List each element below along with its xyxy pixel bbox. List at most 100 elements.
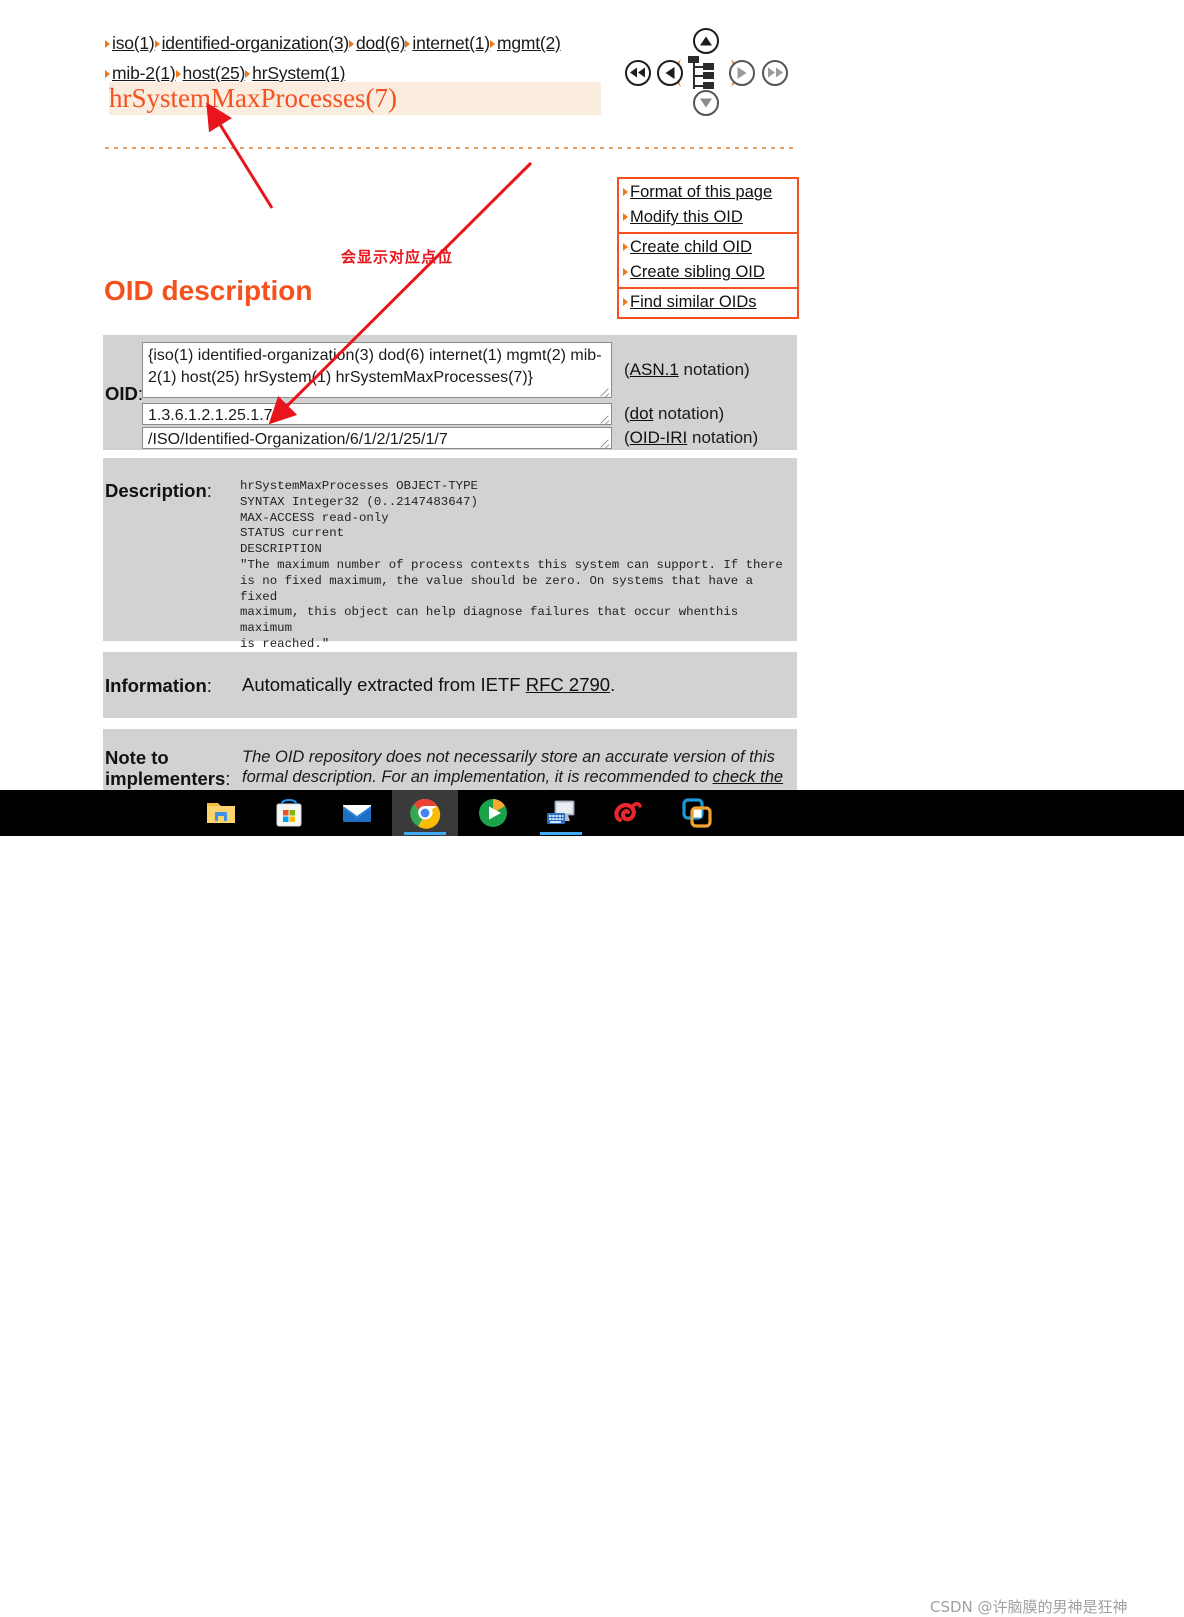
- taskbar-item-media-player[interactable]: [460, 790, 526, 836]
- bullet-triangle-icon: [175, 70, 181, 78]
- breadcrumb-link[interactable]: mib-2(1): [112, 63, 176, 83]
- nav-next-button[interactable]: [729, 60, 755, 86]
- information-label-colon: :: [206, 675, 212, 696]
- information-label-text: Information: [105, 675, 207, 696]
- action-link[interactable]: Modify this OID: [630, 208, 743, 226]
- breadcrumb-link[interactable]: iso(1): [112, 33, 155, 53]
- taskbar-item-mail[interactable]: [324, 790, 390, 836]
- breadcrumb-link[interactable]: mgmt(2): [497, 33, 561, 53]
- action-item[interactable]: Format of this page: [619, 180, 797, 205]
- dot-link[interactable]: dot: [630, 404, 654, 423]
- chinese-annotation: 会显示对应点位: [341, 248, 454, 266]
- bullet-triangle-icon: [105, 70, 110, 78]
- oid-navigation-compass: [625, 28, 788, 118]
- information-label: Information:: [105, 675, 212, 697]
- breadcrumb-link[interactable]: dod(6): [356, 33, 406, 53]
- taskbar-item-google-chrome[interactable]: [392, 790, 458, 836]
- csdn-watermark: CSDN @许脑膜的男神是狂神: [930, 1598, 1128, 1616]
- oid-actions-box: Format of this page Modify this OID Create…: [617, 177, 799, 319]
- bullet-triangle-icon: [623, 243, 628, 251]
- nav-last-button[interactable]: [762, 60, 788, 86]
- rfc-link[interactable]: RFC 2790: [526, 674, 610, 695]
- bullet-triangle-icon: [245, 70, 251, 78]
- check-the-link[interactable]: check the: [712, 768, 783, 786]
- breadcrumb-link[interactable]: internet(1): [412, 33, 490, 53]
- bullet-triangle-icon: [623, 188, 628, 196]
- bullet-triangle-icon: [105, 40, 110, 48]
- browser-page: iso(1) identified-organization(3) dod(6) in…: [0, 0, 1184, 790]
- note-label: Note to implementers:: [105, 747, 235, 789]
- breadcrumb-link[interactable]: identified-organization(3): [162, 33, 350, 53]
- file-explorer-icon: [207, 803, 235, 823]
- note-label-line2: implementers: [105, 768, 226, 789]
- taskbar-item-vmware[interactable]: [664, 790, 730, 836]
- breadcrumb-item-6: host(25): [175, 63, 246, 83]
- taskbar-item-microsoft-store[interactable]: [256, 790, 322, 836]
- asn1-notation-label: (ASN.1 notation): [624, 360, 750, 380]
- resize-grip-icon[interactable]: [598, 435, 610, 447]
- action-link[interactable]: Create sibling OID: [630, 263, 765, 281]
- chrome-active-indicator: [404, 832, 446, 835]
- action-link[interactable]: Create child OID: [630, 238, 752, 256]
- action-group-1: Create child OID Create sibling OID: [619, 234, 797, 289]
- bullet-triangle-icon: [623, 268, 628, 276]
- microsoft-store-icon: [276, 798, 302, 827]
- bullet-triangle-icon: [623, 213, 628, 221]
- taskbar-item-snail-app[interactable]: [596, 790, 662, 836]
- oid-label-text: OID: [105, 383, 138, 404]
- breadcrumb-item-0: iso(1): [105, 33, 155, 53]
- breadcrumb-item-3: internet(1): [405, 33, 490, 53]
- note-text: The OID repository does not necessarily …: [242, 748, 787, 787]
- tree-icon: [688, 54, 724, 92]
- taskbar-item-remote-desktop[interactable]: [528, 790, 594, 836]
- action-link[interactable]: Format of this page: [630, 183, 772, 201]
- oid-dot-value: 1.3.6.1.2.1.25.1.7: [148, 407, 273, 424]
- snail-icon: [614, 802, 642, 823]
- vmware-icon: [682, 798, 712, 828]
- description-label: Description:: [105, 480, 212, 502]
- oid-iri-field[interactable]: /ISO/Identified-Organization/6/1/2/1/25/…: [142, 427, 612, 449]
- note-prefix: The OID repository does not necessarily …: [242, 748, 775, 786]
- dot-notation-label: (dot notation): [624, 404, 724, 424]
- description-label-text: Description: [105, 480, 207, 501]
- breadcrumb-link[interactable]: hrSystem(1): [252, 63, 345, 83]
- breadcrumb-link[interactable]: host(25): [183, 63, 246, 83]
- action-item[interactable]: Create child OID: [619, 235, 797, 260]
- description-label-colon: :: [206, 480, 212, 501]
- bullet-triangle-icon: [154, 40, 160, 48]
- bullet-triangle-icon: [489, 40, 495, 48]
- action-item[interactable]: Modify this OID: [619, 205, 797, 230]
- remote-desktop-icon: [547, 800, 575, 824]
- mail-icon: [343, 805, 371, 822]
- action-item[interactable]: Find similar OIDs: [619, 290, 797, 315]
- nav-previous-button[interactable]: [657, 60, 683, 86]
- oid-iri-link[interactable]: OID-IRI: [630, 428, 688, 447]
- resize-grip-icon[interactable]: [598, 384, 610, 396]
- note-label-line1: Note to: [105, 747, 169, 768]
- nav-up-button[interactable]: [693, 28, 719, 54]
- oid-iri-value: /ISO/Identified-Organization/6/1/2/1/25/…: [148, 431, 448, 448]
- resize-grip-icon[interactable]: [598, 411, 610, 423]
- action-group-0: Format of this page Modify this OID: [619, 179, 797, 234]
- iri-notation-label: (OID-IRI notation): [624, 428, 758, 448]
- bullet-triangle-icon: [348, 40, 354, 48]
- nav-first-button[interactable]: [625, 60, 651, 86]
- bullet-triangle-icon: [405, 40, 411, 48]
- chrome-icon: [410, 798, 441, 829]
- breadcrumb-item-4: mgmt(2): [489, 33, 561, 53]
- oid-dot-field[interactable]: 1.3.6.1.2.1.25.1.7: [142, 403, 612, 425]
- taskbar-item-file-explorer[interactable]: [188, 790, 254, 836]
- nav-down-button[interactable]: [693, 90, 719, 116]
- information-suffix: .: [610, 674, 616, 695]
- asn1-link[interactable]: ASN.1: [630, 360, 679, 379]
- action-item[interactable]: Create sibling OID: [619, 260, 797, 285]
- breadcrumb-item-1: identified-organization(3): [154, 33, 350, 53]
- current-oid-title: hrSystemMaxProcesses(7): [109, 82, 601, 115]
- iri-rest: notation): [687, 428, 759, 447]
- bullet-triangle-icon: [623, 298, 628, 306]
- note-label-colon: :: [225, 768, 231, 789]
- description-text: hrSystemMaxProcesses OBJECT-TYPE SYNTAX …: [240, 479, 783, 651]
- oid-asn1-field[interactable]: {iso(1) identified-organization(3) dod(6…: [142, 342, 612, 398]
- action-link[interactable]: Find similar OIDs: [630, 293, 757, 311]
- breadcrumb-item-7: hrSystem(1): [245, 63, 345, 83]
